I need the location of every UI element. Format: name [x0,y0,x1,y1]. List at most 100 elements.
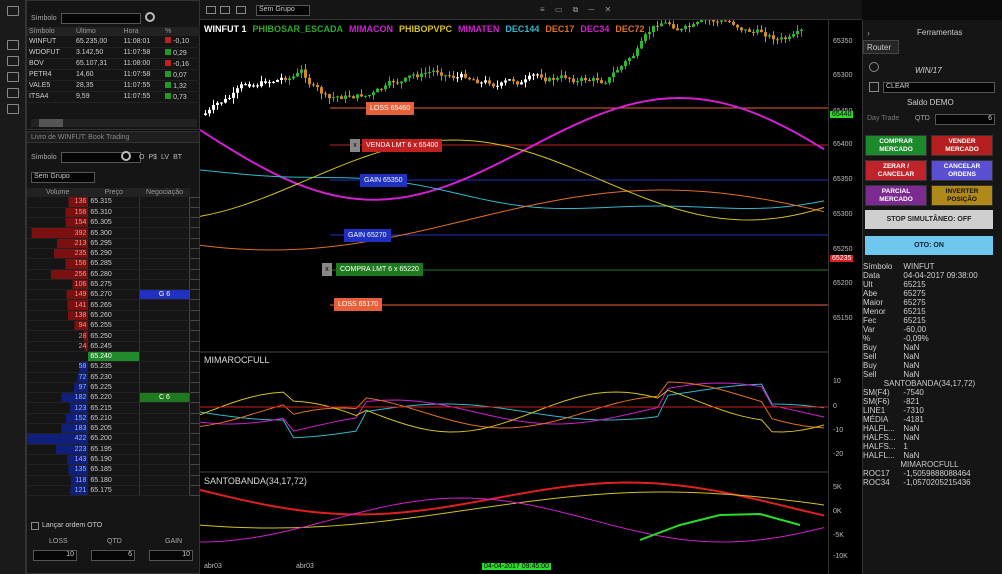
cancel-order-icon[interactable] [189,361,201,373]
group-select[interactable]: Sem Grupo [256,5,310,16]
cancel-order-icon[interactable] [189,402,201,414]
book-row[interactable]: 28 65.250 [27,330,201,342]
cancel-order-icon[interactable] [189,320,201,332]
menu-icon[interactable] [7,6,19,16]
book-negotiation-cell[interactable] [138,433,190,445]
daytrade-checkbox[interactable]: Day Trade [867,115,899,122]
book-option-2[interactable]: LV [161,154,169,161]
book-row[interactable]: 256 65.280 [27,268,201,280]
trade-button[interactable]: COMPRAR MERCADO [865,135,927,156]
trade-button[interactable]: VENDER MERCADO [931,135,993,156]
cancel-order-icon[interactable] [189,289,201,301]
order-line-label[interactable]: LOSS 65460 [366,102,415,115]
book-row[interactable]: 156 65.310 [27,206,201,219]
oto-checkbox[interactable] [31,522,39,530]
book-negotiation-cell[interactable] [138,475,190,486]
close-icon[interactable]: x [350,139,360,152]
book-negotiation-cell[interactable] [138,207,190,219]
book-price-cell[interactable]: 65.210 [88,413,140,425]
book-price-cell[interactable]: 65.175 [88,485,140,497]
cancel-order-icon[interactable] [189,381,201,394]
book-row[interactable]: 183 65.205 [27,423,201,435]
trade-button[interactable]: ZERAR / CANCELAR [865,160,927,181]
price-chart[interactable] [200,20,828,574]
close-icon[interactable]: x [322,263,332,276]
broker-icon[interactable] [869,82,879,92]
book-price-cell[interactable]: 65.215 [88,402,140,414]
book-negotiation-cell[interactable] [138,279,190,291]
book-price-cell[interactable]: 65.290 [88,248,140,260]
cancel-order-icon[interactable] [189,371,201,383]
book-row[interactable]: 121 65.175 [27,484,201,497]
cancel-order-icon[interactable] [189,237,201,249]
book-negotiation-cell[interactable] [138,299,190,311]
symbol-input[interactable] [61,13,141,24]
book-price-cell[interactable]: 65.200 [88,433,140,445]
book-price-cell[interactable]: 65.310 [88,207,140,219]
book-price-cell[interactable]: 65.305 [88,217,140,229]
book-price-cell[interactable]: 65.220 [88,392,140,404]
book-negotiation-cell[interactable] [138,402,190,414]
book-row[interactable]: 149 65.270 G 6 [27,289,201,301]
book-negotiation-cell[interactable] [138,372,190,383]
book-price-cell[interactable]: 65.300 [88,227,140,239]
book-negotiation-cell[interactable] [138,413,190,425]
window-icon[interactable] [7,88,19,98]
book-row[interactable]: 65.240 [27,350,201,363]
book-row[interactable]: 123 65.215 [27,402,201,414]
quote-row[interactable]: ITSA4 9,59 11:07:55 0,73 [27,91,201,102]
quote-row[interactable]: PETR4 14,60 11:07:58 0,07 [27,69,201,80]
cancel-order-icon[interactable] [189,443,201,455]
book-row[interactable]: 152 65.210 [27,412,201,425]
book-negotiation-cell[interactable] [138,258,190,270]
book-option-0[interactable]: O [139,154,144,161]
book-row[interactable]: 235 65.290 [27,247,201,260]
book-price-cell[interactable]: 65.225 [88,382,140,394]
book-negotiation-cell[interactable] [138,269,190,280]
book-negotiation-cell[interactable] [138,238,190,249]
book-negotiation-cell[interactable] [138,320,190,332]
chart-icon[interactable] [7,56,19,66]
book-price-cell[interactable]: 65.250 [88,330,140,342]
book-price-cell[interactable]: 65.180 [88,475,140,486]
book-row[interactable]: 213 65.295 [27,237,201,249]
stop-simultaneo-button[interactable]: STOP SIMULTÂNEO: OFF [865,210,993,229]
quote-row[interactable]: BOV 65.107,31 11:08:00 -0,16 [27,58,201,69]
qtd-input[interactable]: 6 [935,114,995,125]
book-price-cell[interactable]: 65.285 [88,258,140,270]
column-header[interactable]: Hora [122,27,164,36]
cancel-order-icon[interactable] [189,227,201,239]
cancel-order-icon[interactable] [189,453,201,466]
book-price-cell[interactable]: 65.270 [88,289,140,301]
column-header[interactable]: % [163,27,201,36]
book-price-cell[interactable]: 65.315 [88,197,140,208]
column-header[interactable]: Último [74,27,122,36]
trade-button[interactable]: CANCELAR ORDENS [931,160,993,181]
gain-input[interactable]: 10 [149,550,193,561]
order-line-label[interactable]: GAIN 65350 [360,174,407,187]
book-negotiation-cell[interactable] [138,217,190,229]
collapse-icon[interactable]: › [867,28,870,38]
book-row[interactable]: 97 65.225 [27,381,201,394]
book-negotiation-cell[interactable]: G 6 [138,289,190,301]
trade-button[interactable]: PARCIAL MERCADO [865,185,927,206]
list-icon[interactable] [7,72,19,82]
book-row[interactable]: 138 65.260 [27,309,201,322]
quote-row[interactable]: WDOFUT 3.142,50 11:07:58 0,29 [27,47,201,58]
book-option-1[interactable]: P$ [148,154,157,161]
book-price-cell[interactable]: 65.205 [88,423,140,435]
book-negotiation-cell[interactable] [138,485,190,497]
book-negotiation-cell[interactable]: C 6 [138,392,190,404]
book-row[interactable]: 94 65.255 [27,320,201,332]
book-price-cell[interactable]: 65.185 [88,464,140,476]
quote-row[interactable]: VALE5 28,35 11:07:55 1,32 [27,80,201,91]
order-line-label[interactable]: VENDA LMT 6 x 65400 [362,139,443,152]
horizontal-scrollbar[interactable] [31,119,197,127]
book-row[interactable]: 58 65.235 [27,361,201,373]
book-row[interactable]: 72 65.230 [27,371,201,383]
cancel-order-icon[interactable] [189,217,201,229]
cancel-order-icon[interactable] [189,196,201,208]
cancel-order-icon[interactable] [189,278,201,291]
book-price-cell[interactable]: 65.280 [88,269,140,280]
cancel-order-icon[interactable] [189,474,201,486]
